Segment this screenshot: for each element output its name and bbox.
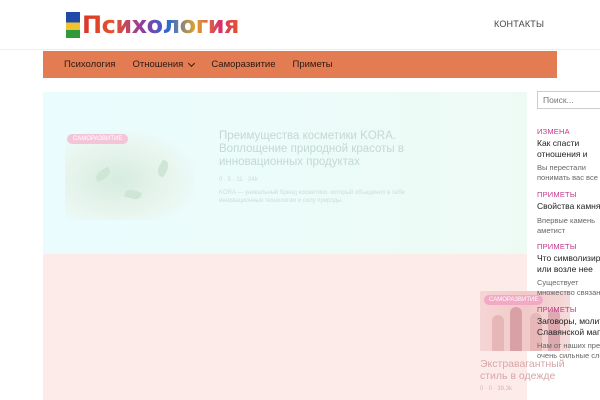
featured-image[interactable]: САМОРАЗВИТИЕ xyxy=(65,130,195,220)
sidebar-post[interactable]: ПРИМЕТЫ Что символизирует или возле нее … xyxy=(537,242,600,298)
sidebar-post[interactable]: ПРИМЕТЫ Свойства камня аметист Впервые к… xyxy=(537,190,600,236)
post-meta: 0 · 0 · 39,3k xyxy=(480,386,513,392)
post-category[interactable]: ПРИМЕТЫ xyxy=(537,190,600,199)
post-category[interactable]: ИЗМЕНА xyxy=(537,127,600,136)
nav-item-relationships[interactable]: Отношения xyxy=(132,59,196,70)
chevron-down-icon xyxy=(188,59,196,67)
logo-mark-icon xyxy=(66,12,80,38)
post-excerpt: Нам от наших предков очень сильные слова xyxy=(537,341,600,360)
post-category[interactable]: ПРИМЕТЫ xyxy=(537,305,600,314)
post-title[interactable]: Что символизирует или возле нее xyxy=(537,253,600,274)
post-excerpt: Впервые камень аметист использовался xyxy=(537,215,596,235)
nav-item-self-development[interactable]: Саморазвитие xyxy=(211,59,275,70)
figure-decoration xyxy=(492,315,504,351)
post-title[interactable]: Как спасти отношения и сохранить брак? xyxy=(537,138,600,159)
post-excerpt: Вы перестали понимать вас все меньше xyxy=(537,163,598,182)
post-title[interactable]: Экстравагантный стиль в одежде xyxy=(480,358,575,382)
post-title[interactable]: Преимущества косметики KORA. Воплощение … xyxy=(219,130,429,169)
nav-item-psychology[interactable]: Психология xyxy=(64,59,115,70)
post-title[interactable]: Заговоры, молитвы Славянской магии xyxy=(537,316,600,337)
contacts-link[interactable]: КОНТАКТЫ xyxy=(494,19,544,29)
featured-post-style[interactable]: САМОРАЗВИТИЕ Экстравагантный стиль в оде… xyxy=(43,254,570,400)
leaf-decoration xyxy=(93,166,113,183)
post-title[interactable]: Свойства камня аметист xyxy=(537,201,600,212)
post-excerpt: Существует множество связанных с домом xyxy=(537,278,600,297)
sidebar-post[interactable]: ИЗМЕНА Как спасти отношения и сохранить … xyxy=(537,127,600,183)
nav-item-omens[interactable]: Приметы xyxy=(293,59,333,70)
post-meta: 0 · 5 · 11 · 34k xyxy=(219,177,258,183)
search-input[interactable] xyxy=(537,91,600,109)
sidebar-post[interactable]: ПРИМЕТЫ Заговоры, молитвы Славянской маг… xyxy=(537,305,600,361)
featured-post-kora[interactable]: САМОРАЗВИТИЕ Преимущества косметики KORA… xyxy=(43,92,527,254)
figure-decoration xyxy=(510,307,522,351)
category-badge[interactable]: САМОРАЗВИТИЕ xyxy=(67,134,129,144)
site-header: Психология КОНТАКТЫ xyxy=(0,0,600,50)
site-logo[interactable]: Психология xyxy=(66,10,239,40)
logo-text: Психология xyxy=(82,11,239,39)
post-excerpt: KORA — уникальный бренд косметики, котор… xyxy=(219,190,405,204)
leaf-decoration xyxy=(123,187,143,202)
nav-item-label: Отношения xyxy=(132,59,184,70)
category-badge[interactable]: САМОРАЗВИТИЕ xyxy=(484,295,544,305)
leaf-decoration xyxy=(155,159,171,178)
post-category[interactable]: ПРИМЕТЫ xyxy=(537,242,600,251)
main-nav: Психология Отношения Саморазвитие Примет… xyxy=(43,51,557,78)
